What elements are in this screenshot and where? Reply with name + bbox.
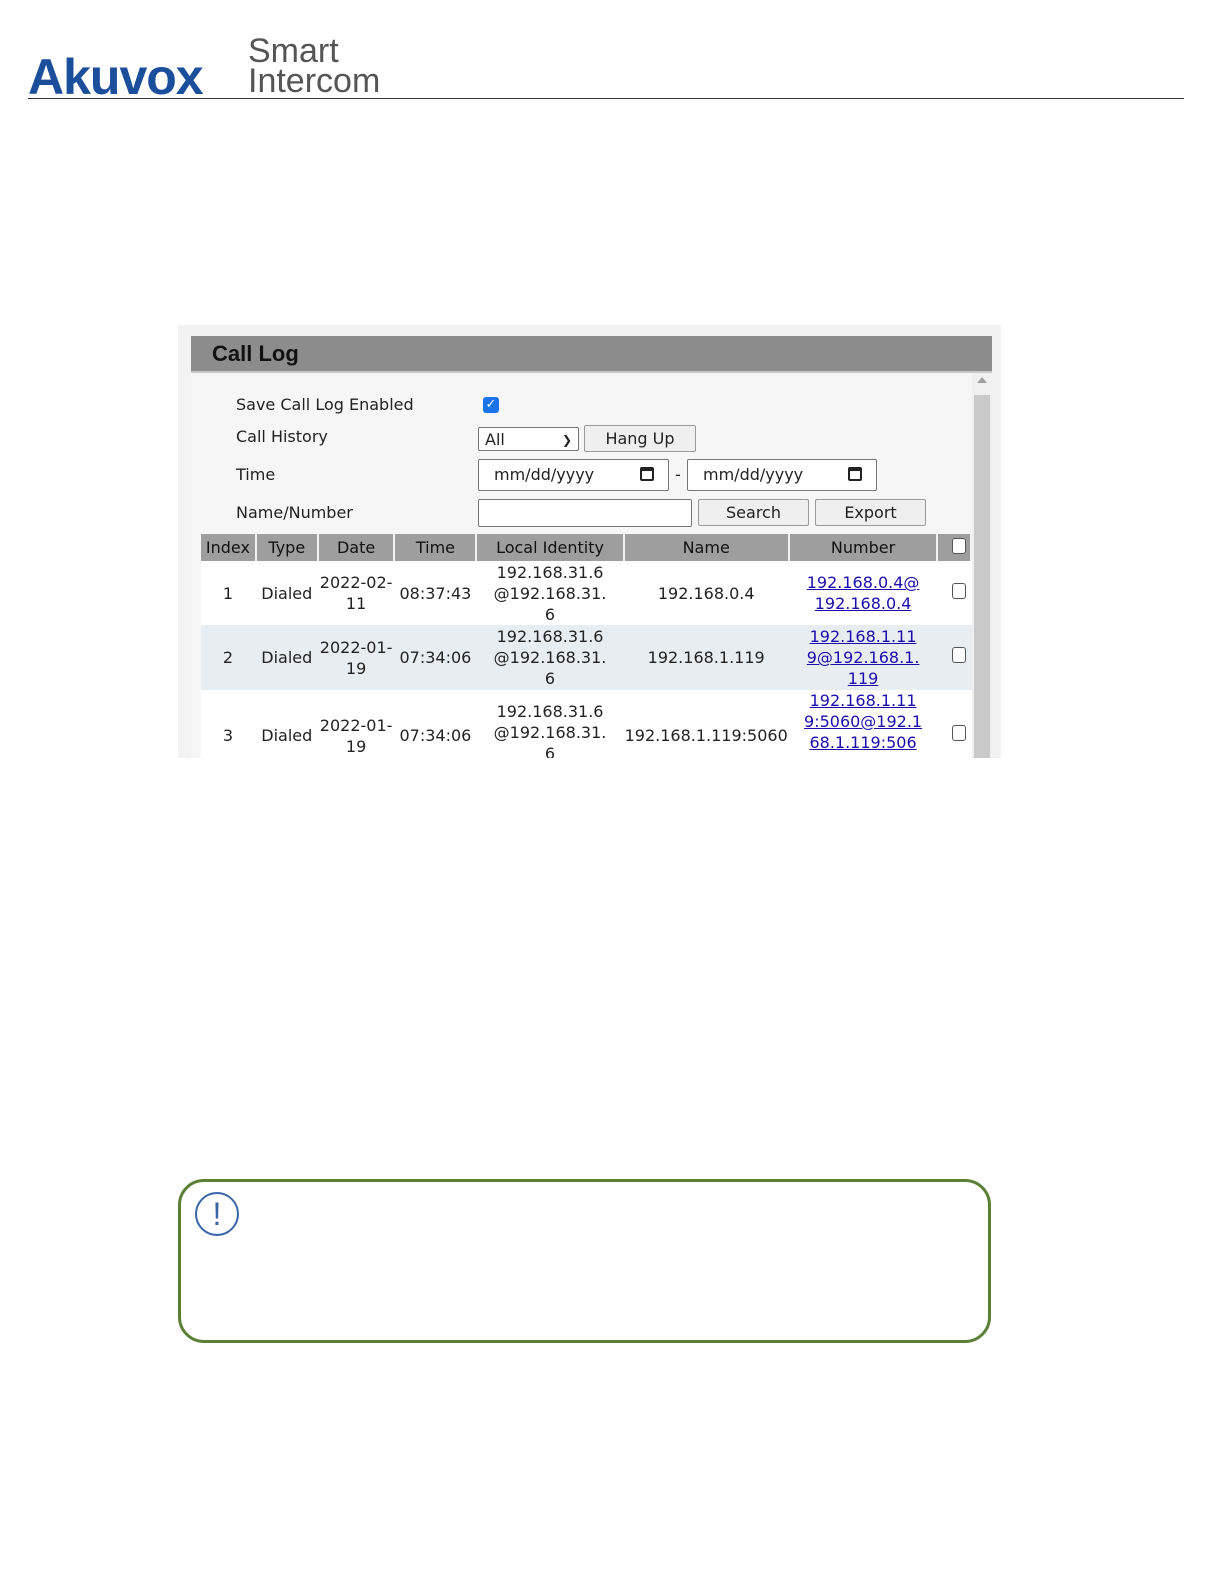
local-part: 6 [544, 744, 556, 758]
hang-up-button[interactable]: Hang Up [584, 425, 696, 452]
date-part: 2022-01- [319, 715, 393, 735]
date-from-placeholder: mm/dd/yyyy [494, 465, 595, 484]
cell-date: 2022-02- 11 [317, 561, 396, 625]
local-part: 192.168.31.6 [496, 562, 604, 582]
number-link[interactable]: 192.168.0.4@ 192.168.0.4 [807, 573, 920, 613]
call-history-label: Call History [236, 427, 328, 446]
name-number-input[interactable] [478, 499, 692, 527]
cell-index: 2 [201, 625, 257, 690]
table-row: 1 Dialed 2022-02- 11 08:37:43 192.168.31.… [201, 561, 972, 625]
date-part: 11 [345, 594, 367, 613]
calendar-icon[interactable] [848, 467, 862, 481]
cell-local-identity: 192.168.31.6 @192.168.31. 6 [476, 690, 625, 758]
local-part: 6 [544, 669, 556, 688]
date-part: 19 [345, 658, 367, 678]
column-header-index[interactable]: Index [201, 534, 257, 561]
call-history-value: All [485, 430, 505, 449]
cell-number: 192.168.0.4@ 192.168.0.4 [788, 561, 939, 625]
number-part: 68.1.119:506 [809, 733, 917, 752]
save-call-log-checkbox[interactable]: ✓ [483, 397, 499, 413]
cell-local-identity: 192.168.31.6 @192.168.31. 6 [476, 625, 625, 690]
cell-time: 08:37:43 [394, 561, 478, 625]
row-checkbox[interactable] [952, 582, 967, 599]
cell-date: 2022-01- 19 [317, 625, 396, 690]
header-divider [28, 98, 1184, 99]
cell-select [937, 625, 972, 690]
cell-index: 3 [201, 690, 257, 758]
calendar-icon[interactable] [640, 467, 654, 481]
local-part: 192.168.31.6 [496, 627, 604, 646]
table-header-row: Index Type Date Time Local Identity Name… [201, 534, 972, 561]
exclamation-circle-icon: ! [195, 1192, 239, 1236]
local-part: @192.168.31. [493, 583, 607, 603]
table-row: 3 Dialed 2022-01- 19 07:34:06 192.168.31.… [201, 690, 972, 758]
cell-type: Dialed [255, 625, 319, 690]
row-checkbox[interactable] [952, 725, 967, 741]
cell-name: 192.168.1.119:5060 [623, 690, 790, 758]
cell-select [937, 690, 972, 758]
time-label: Time [236, 465, 276, 484]
date-to-placeholder: mm/dd/yyyy [703, 465, 804, 484]
number-part: 192.168.1.11 [809, 691, 917, 710]
call-history-select[interactable]: All ❯ [478, 427, 579, 451]
column-header-local-identity[interactable]: Local Identity [476, 534, 625, 561]
call-log-screenshot: Call Log Save Call Log Enabled ✓ Call Hi… [178, 325, 1001, 758]
number-part: 192.168.0.4@ [806, 573, 920, 592]
cell-select [937, 561, 972, 625]
number-part: 192.168.1.11 [809, 627, 917, 646]
brand-logo: Akuvox [28, 49, 204, 105]
date-part: 2022-01- [319, 637, 393, 657]
cell-index: 1 [201, 561, 257, 625]
call-log-table: Index Type Date Time Local Identity Name… [201, 534, 972, 758]
date-part: 19 [345, 736, 367, 756]
date-separator: - [675, 465, 681, 484]
local-part: 6 [544, 604, 556, 624]
cell-time: 07:34:06 [394, 690, 478, 758]
export-button[interactable]: Export [815, 499, 926, 526]
cell-name: 192.168.1.119 [623, 625, 790, 690]
tagline-line-2: Intercom [248, 62, 381, 100]
cell-number: 192.168.1.11 9:5060@192.1 68.1.119:506 [788, 690, 939, 758]
local-part: @192.168.31. [493, 648, 607, 667]
panel-body: Save Call Log Enabled ✓ Call History All… [191, 373, 972, 758]
local-part: 192.168.31.6 [496, 702, 604, 721]
number-part: 9@192.168.1. [806, 648, 920, 667]
note-box: ! [178, 1179, 991, 1343]
row-checkbox[interactable] [952, 647, 967, 663]
name-number-label: Name/Number [236, 503, 353, 522]
date-to-input[interactable]: mm/dd/yyyy [687, 459, 877, 491]
scroll-up-arrow-icon[interactable] [977, 377, 987, 383]
chevron-down-icon: ❯ [561, 433, 572, 447]
column-header-number[interactable]: Number [788, 534, 939, 561]
number-link[interactable]: 192.168.1.11 9:5060@192.1 68.1.119:506 [804, 691, 922, 752]
cell-local-identity: 192.168.31.6 @192.168.31. 6 [476, 561, 625, 625]
cell-name: 192.168.0.4 [623, 561, 790, 625]
cell-number: 192.168.1.11 9@192.168.1. 119 [788, 625, 939, 690]
panel-title: Call Log [212, 341, 299, 366]
local-part: @192.168.31. [493, 723, 607, 742]
save-call-log-label: Save Call Log Enabled [236, 395, 414, 414]
column-header-date[interactable]: Date [317, 534, 396, 561]
column-header-name[interactable]: Name [623, 534, 790, 561]
cell-time: 07:34:06 [394, 625, 478, 690]
scrollbar-thumb[interactable] [974, 395, 990, 758]
number-part: 9:5060@192.1 [804, 712, 923, 731]
brand-tagline: Smart Intercom [248, 34, 381, 100]
panel-header: Call Log [191, 336, 992, 373]
column-header-time[interactable]: Time [394, 534, 478, 561]
number-link[interactable]: 192.168.1.11 9@192.168.1. 119 [807, 627, 920, 688]
cell-type: Dialed [255, 690, 319, 758]
cell-type: Dialed [255, 561, 319, 625]
date-part: 2022-02- [319, 573, 393, 592]
cell-date: 2022-01- 19 [317, 690, 396, 758]
column-header-type[interactable]: Type [255, 534, 319, 561]
select-all-cell [937, 534, 972, 561]
date-from-input[interactable]: mm/dd/yyyy [478, 459, 669, 491]
search-button[interactable]: Search [698, 499, 809, 526]
number-part: 119 [847, 669, 879, 688]
number-part: 192.168.0.4 [814, 594, 912, 613]
select-all-checkbox[interactable] [952, 537, 967, 554]
vertical-scrollbar[interactable] [972, 373, 992, 758]
table-row: 2 Dialed 2022-01- 19 07:34:06 192.168.31.… [201, 625, 972, 690]
